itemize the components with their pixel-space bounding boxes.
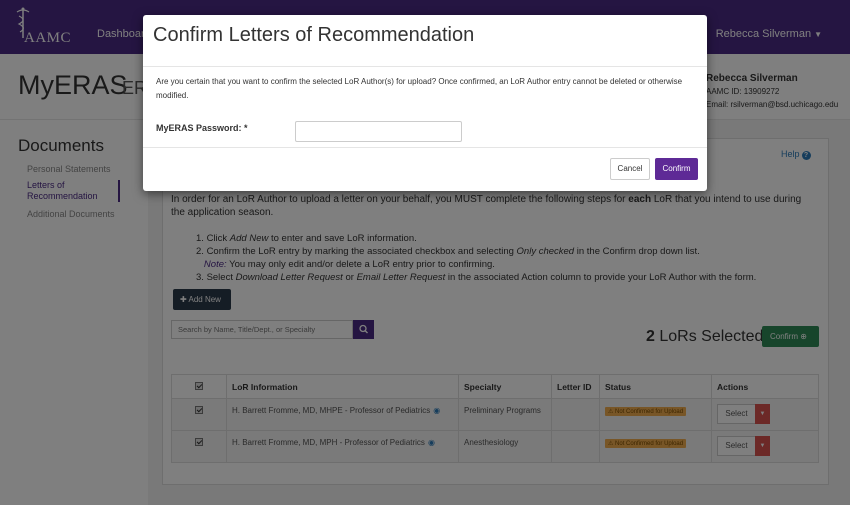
- password-field[interactable]: [295, 121, 462, 142]
- modal-message: Are you certain that you want to confirm…: [156, 77, 683, 100]
- password-label: MyERAS Password: *: [156, 123, 248, 133]
- confirm-lor-modal: Confirm Letters of Recommendation Are yo…: [143, 15, 707, 191]
- cancel-button[interactable]: Cancel: [610, 158, 650, 180]
- modal-header: Confirm Letters of Recommendation: [143, 15, 707, 67]
- confirm-button[interactable]: Confirm: [655, 158, 698, 180]
- modal-body: Are you certain that you want to confirm…: [143, 67, 707, 147]
- modal-title: Confirm Letters of Recommendation: [153, 24, 475, 46]
- modal-footer: Cancel Confirm: [143, 147, 707, 191]
